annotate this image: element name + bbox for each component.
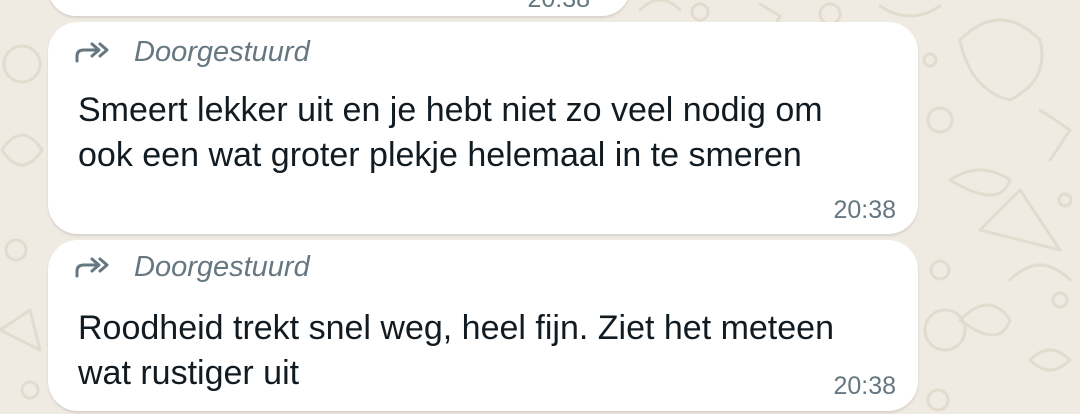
- forwarded-label: Doorgestuurd: [134, 251, 310, 283]
- forwarded-indicator: Doorgestuurd: [74, 247, 310, 287]
- message-bubble-previous[interactable]: 20:38: [48, 0, 630, 16]
- message-time: 20:38: [833, 372, 896, 400]
- message-bubble[interactable]: Doorgestuurd Smeert lekker uit en je heb…: [48, 22, 918, 234]
- message-text: Roodheid trekt snel weg, heel fijn. Ziet…: [78, 309, 834, 392]
- message-time: 20:38: [833, 196, 896, 224]
- forwarded-indicator: Doorgestuurd: [74, 32, 310, 72]
- forwarded-label: Doorgestuurd: [134, 36, 310, 68]
- message-time: 20:38: [527, 0, 590, 14]
- forward-icon: [75, 42, 109, 63]
- message-text: Smeert lekker uit en je hebt niet zo vee…: [78, 91, 823, 174]
- forward-icon: [75, 257, 109, 278]
- message-bubble[interactable]: Doorgestuurd Roodheid trekt snel weg, he…: [48, 240, 918, 411]
